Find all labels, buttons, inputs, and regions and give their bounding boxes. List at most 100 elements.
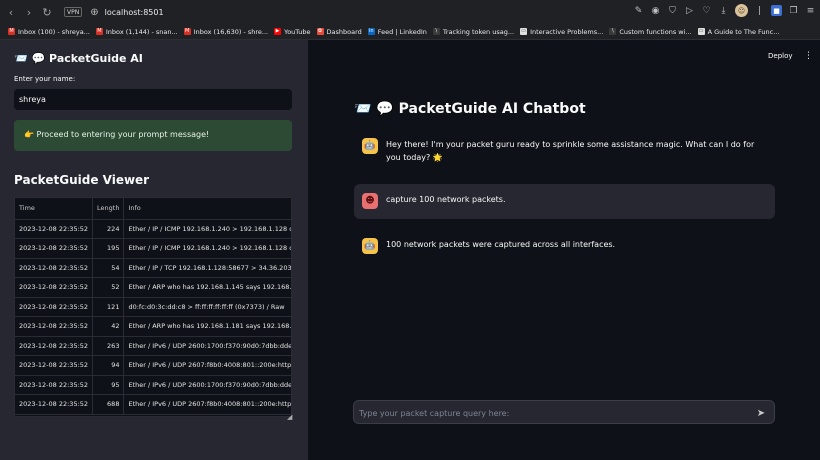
cell-length: 95 (92, 375, 125, 395)
table-header-row: Time Length Info (15, 198, 291, 220)
sidebar-title: 📨 💬 PacketGuide AI (14, 52, 143, 65)
bookmark-item[interactable]: M Inbox (16,630) - shre... (183, 27, 269, 36)
column-header-time[interactable]: Time (15, 198, 94, 220)
cell-time: 2023-12-08 22:35:52 (15, 394, 94, 415)
bookmark-item[interactable]: M Inbox (1,144) - snan... (95, 28, 178, 36)
bookmark-favicon-icon: ▶ (274, 28, 282, 35)
reload-icon[interactable]: ↻ (40, 5, 54, 19)
cell-time: 2023-12-08 22:35:52 (15, 375, 94, 395)
bookmark-favicon-icon: in (367, 28, 375, 35)
address-bar[interactable]: localhost:8501 (105, 8, 164, 17)
window-icon[interactable]: ❐ (788, 5, 799, 16)
message-text: 100 network packets were captured across… (386, 240, 616, 249)
vpn-badge[interactable]: VPN (64, 7, 83, 17)
bookmark-label: Tracking token usag... (442, 27, 515, 36)
cell-length: 54 (92, 258, 125, 278)
cell-info: Ether / IPv6 / UDP 2600:1700:f370:90d0:7… (123, 336, 291, 356)
bookmark-label: Custom functions wi... (619, 27, 692, 36)
shield-icon[interactable]: ⛉ (667, 5, 678, 16)
name-input[interactable] (14, 89, 292, 110)
cell-time: 2023-12-08 22:35:52 (15, 355, 94, 376)
cell-time: 2023-12-08 22:35:52 (15, 336, 94, 356)
deploy-button[interactable]: Deploy (768, 52, 793, 60)
bookmark-favicon-icon: M (183, 28, 191, 35)
edit-icon[interactable]: ✎ (633, 5, 644, 16)
cell-info: Ether / IP / TCP 192.168.1.128:58677 > 3… (123, 258, 291, 278)
send-icon[interactable]: ➤ (754, 406, 768, 420)
table-row[interactable]: 2023-12-08 22:35:52 688 Ether / IPv6 / UDP… (15, 394, 291, 415)
extension-icon[interactable]: ■ (771, 5, 782, 16)
table-row[interactable]: 2023-12-08 22:35:52 263 Ether / IPv6 / UDP… (15, 336, 291, 356)
table-row[interactable]: 2023-12-08 22:35:52 95 Ether / IPv6 / UDP … (15, 375, 291, 395)
message-text: Hey there! I'm your packet guru ready to… (386, 140, 755, 162)
cell-length: 195 (92, 238, 125, 259)
bookmark-label: Inbox (16,630) - shre... (193, 27, 269, 36)
chat-input[interactable] (359, 406, 749, 420)
browser-toolbar: ‹ › ↻ VPN ⊕ localhost:8501 ✎ ◉ ⛉ ▷ ♡ ⤓ ☺… (0, 0, 820, 24)
bookmark-item[interactable]: ✿ Dashboard (316, 27, 362, 36)
globe-icon: ⊕ (90, 6, 99, 18)
cell-length: 42 (92, 316, 125, 337)
column-header-length[interactable]: Length (92, 198, 125, 220)
bookmark-favicon-icon: ✿ (316, 28, 324, 35)
cell-info: d0:fc:d0:3c:dd:c8 > ff:ff:ff:ff:ff:ff (0… (123, 297, 291, 317)
table-row[interactable]: 2023-12-08 22:35:52 54 Ether / IP / TCP 19… (15, 258, 291, 278)
cell-time: 2023-12-08 22:35:52 (15, 238, 94, 259)
cell-time: 2023-12-08 22:35:52 (15, 297, 94, 317)
cell-time: 2023-12-08 22:35:52 (15, 316, 94, 337)
cell-info: Ether / IPv6 / UDP 2607:f8b0:4008:801::2… (123, 394, 291, 415)
bookmark-item[interactable]: ▶ YouTube (274, 27, 311, 36)
bookmark-item[interactable]: in Feed | LinkedIn (367, 27, 427, 36)
user-avatar-icon: ☻ (362, 193, 378, 209)
cell-length: 52 (92, 277, 125, 298)
chat-message-assistant: 🤖 100 network packets were captured acro… (354, 238, 775, 254)
table-row[interactable]: 2023-12-08 22:35:52 94 Ether / IPv6 / UDP … (15, 355, 291, 376)
cell-length: 224 (92, 219, 125, 239)
chat-message-assistant: 🤖 Hey there! I'm your packet guru ready … (354, 138, 775, 164)
bookmark-label: Dashboard (326, 27, 362, 36)
cell-info: Ether / IPv6 / UDP 2600:1700:f370:90d0:7… (123, 375, 291, 395)
play-icon[interactable]: ▷ (684, 5, 695, 16)
bookmark-favicon-icon: \ (609, 28, 617, 35)
table-row[interactable]: 2023-12-08 22:35:52 121 d0:fc:d0:3c:dd:c8 … (15, 297, 291, 317)
cell-length: 94 (92, 355, 125, 376)
cell-length: 121 (92, 297, 125, 317)
back-icon[interactable]: ‹ (4, 5, 18, 19)
bookmark-item[interactable]: ▭ A Guide to The Func... (697, 27, 780, 36)
separator-icon: | (757, 5, 762, 16)
bot-avatar-icon: 🤖 (362, 238, 378, 254)
cell-length: 688 (92, 394, 125, 415)
cell-info: Ether / ARP who has 192.168.1.181 says 1… (123, 316, 291, 337)
cell-info: Ether / IP / ICMP 192.168.1.240 > 192.16… (123, 219, 291, 239)
more-options-icon[interactable]: ⋮ (804, 51, 813, 61)
bookmarks-bar: M Inbox (100) - shreya... M Inbox (1,144) -… (0, 24, 820, 40)
camera-icon[interactable]: ◉ (650, 5, 661, 16)
bookmark-favicon-icon: \ (432, 28, 440, 35)
bookmark-label: Interactive Problems... (530, 27, 604, 36)
toolbar-actions: ✎ ◉ ⛉ ▷ ♡ ⤓ ☺ | ■ ❐ ≡ (633, 4, 816, 17)
profile-avatar-icon[interactable]: ☺ (735, 4, 748, 17)
bookmark-item[interactable]: M Inbox (100) - shreya... (8, 28, 90, 36)
bookmark-item[interactable]: \ Tracking token usag... (432, 27, 515, 36)
bookmark-item[interactable]: ▭ Interactive Problems... (520, 28, 603, 36)
packet-table[interactable]: Time Length Info 2023-12-08 22:35:52 224 E… (14, 197, 292, 417)
download-icon[interactable]: ⤓ (718, 5, 729, 16)
column-header-info[interactable]: Info (123, 198, 291, 220)
table-row[interactable]: 2023-12-08 22:35:52 224 Ether / IP / ICMP … (15, 219, 291, 239)
table-row[interactable]: 2023-12-08 22:35:52 52 Ether / ARP who has… (15, 277, 291, 298)
bookmark-label: Inbox (100) - shreya... (18, 27, 90, 36)
forward-icon[interactable]: › (22, 5, 36, 19)
table-row[interactable]: 2023-12-08 22:35:52 195 Ether / IP / ICMP … (15, 238, 291, 259)
resize-handle-icon[interactable]: ◢ (287, 413, 292, 421)
bookmark-favicon-icon: ▭ (697, 28, 705, 35)
table-row[interactable]: 2023-12-08 22:35:52 42 Ether / ARP who has… (15, 316, 291, 337)
bookmark-favicon-icon: M (8, 28, 15, 35)
chat-input-box: ➤ (353, 400, 775, 424)
menu-icon[interactable]: ≡ (805, 5, 816, 16)
bookmark-item[interactable]: \ Custom functions wi... (609, 27, 692, 36)
heart-icon[interactable]: ♡ (701, 5, 712, 16)
bookmark-label: A Guide to The Func... (707, 27, 780, 36)
bookmark-label: Feed | LinkedIn (377, 27, 427, 36)
cell-info: Ether / IPv6 / UDP 2607:f8b0:4008:801::2… (123, 355, 291, 376)
bookmark-label: YouTube (284, 27, 311, 36)
